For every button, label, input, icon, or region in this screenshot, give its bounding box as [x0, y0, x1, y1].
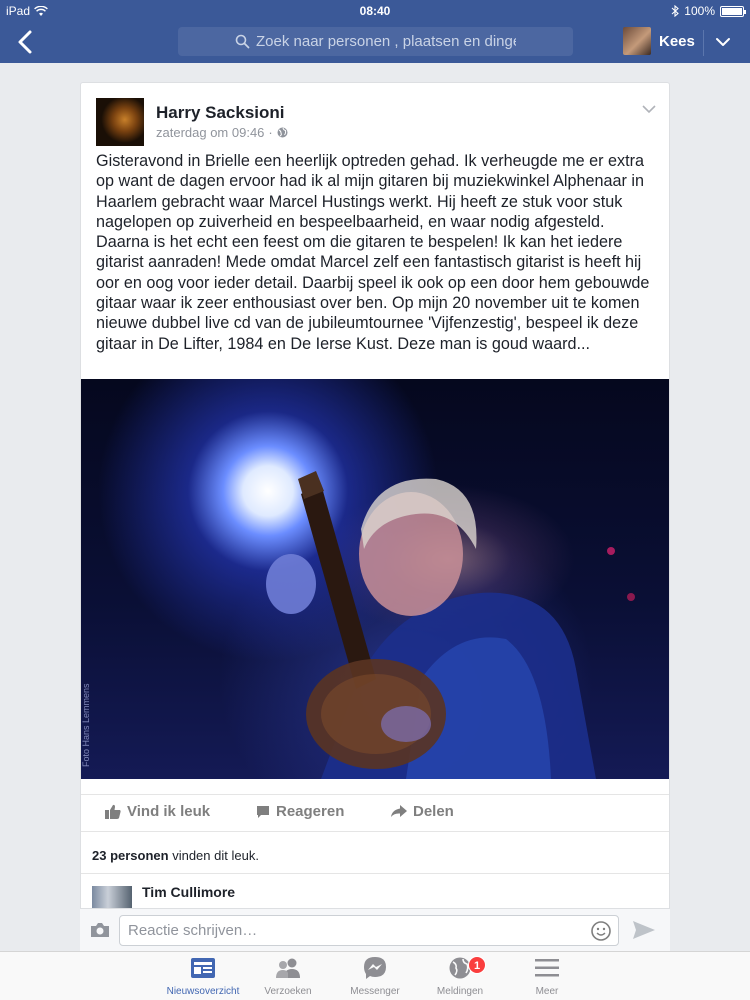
post-options-chevron-icon[interactable]	[641, 103, 657, 115]
comment-composer	[80, 908, 670, 951]
clock: 08:40	[359, 4, 391, 18]
friend-requests-icon	[276, 958, 300, 978]
battery-icon	[720, 5, 746, 17]
back-chevron-icon[interactable]	[14, 29, 36, 55]
post-actions-bar: Vind ik leuk Reageren Delen	[81, 794, 669, 832]
avatar	[623, 27, 651, 55]
tab-messenger[interactable]: Messenger	[335, 956, 415, 997]
bluetooth-icon	[671, 5, 680, 17]
tab-label: Verzoeken	[264, 986, 312, 997]
emoji-smiley-icon[interactable]	[590, 920, 612, 942]
tab-label: Nieuwsoverzicht	[166, 986, 240, 997]
tab-label: Meldingen	[436, 986, 484, 997]
commenter-name[interactable]: Tim Cullimore	[142, 884, 235, 900]
navigation-bar: Kees	[0, 22, 750, 63]
tab-news-feed[interactable]: Nieuwsoverzicht	[163, 956, 243, 997]
chevron-down-icon[interactable]	[713, 32, 733, 52]
search-input[interactable]	[256, 33, 516, 50]
search-bar[interactable]	[178, 27, 573, 56]
notifications-badge: 1	[468, 956, 486, 974]
post-photo[interactable]: Foto Hans Lemmens	[81, 379, 669, 779]
tab-label: Meer	[535, 986, 559, 997]
tab-notifications[interactable]: Meldingen	[420, 956, 500, 997]
divider	[703, 30, 704, 56]
menu-icon	[535, 959, 559, 977]
share-button[interactable]: Delen	[391, 803, 454, 820]
meta-separator: ·	[268, 125, 273, 140]
battery-percentage: 100%	[684, 4, 715, 18]
camera-icon[interactable]	[90, 921, 110, 939]
tab-label: Messenger	[350, 986, 400, 997]
share-arrow-icon	[391, 805, 407, 817]
post-timestamp[interactable]: zaterdag om 09:46	[156, 125, 264, 140]
thumbs-up-icon	[105, 804, 121, 819]
comment-input[interactable]	[120, 916, 580, 945]
post-meta: zaterdag om 09:46 ·	[156, 125, 288, 140]
comment-item: Tim Cullimore	[81, 873, 669, 909]
user-name: Kees	[659, 32, 695, 50]
comment-icon	[257, 805, 269, 818]
photo-credit: Foto Hans Lemmens	[81, 683, 91, 767]
globe-icon	[277, 127, 288, 138]
guitarist-figure	[266, 471, 635, 779]
post-card: Harry Sacksioni zaterdag om 09:46 · Gist…	[80, 82, 670, 962]
post-body-text: Gisteravond in Brielle een heerlijk optr…	[96, 152, 650, 353]
news-feed-icon	[191, 958, 215, 978]
likes-suffix: vinden dit leuk.	[168, 848, 259, 863]
likes-summary[interactable]: 23 personen vinden dit leuk.	[92, 848, 259, 863]
comment-button[interactable]: Reageren	[256, 803, 344, 820]
status-bar: iPad 08:40 100%	[0, 0, 750, 22]
commenter-avatar[interactable]	[92, 886, 132, 908]
post-author-avatar[interactable]	[96, 98, 144, 146]
post-author-name[interactable]: Harry Sacksioni	[156, 103, 285, 123]
tab-more[interactable]: Meer	[507, 956, 587, 997]
like-button[interactable]: Vind ik leuk	[105, 803, 210, 820]
messenger-icon	[364, 957, 386, 979]
search-icon	[235, 34, 250, 49]
bottom-tab-bar: Nieuwsoverzicht Verzoeken Messenger Meld…	[0, 951, 750, 1000]
likes-count: 23 personen	[92, 848, 169, 863]
comment-field[interactable]	[119, 915, 619, 946]
user-profile-button[interactable]: Kees	[623, 27, 695, 55]
tab-friend-requests[interactable]: Verzoeken	[248, 956, 328, 997]
send-icon[interactable]	[632, 920, 656, 940]
